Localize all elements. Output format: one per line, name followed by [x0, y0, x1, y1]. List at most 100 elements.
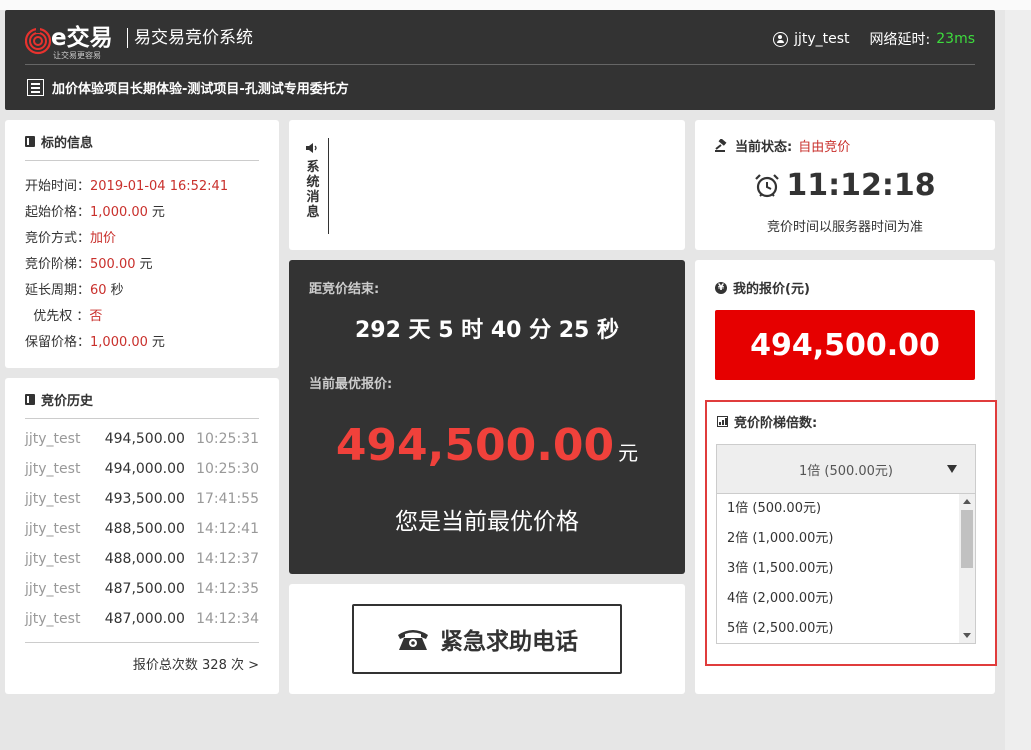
history-time: 14:12:34 — [196, 611, 259, 627]
info-label: 优先权 ： — [25, 309, 90, 324]
server-time-note: 竞价时间以服务器时间为准 — [766, 220, 923, 235]
server-clock: 11:12:18 — [695, 168, 995, 203]
list-item: jjty_test 493,500.00 17:41:55 — [25, 486, 259, 516]
bar-chart-icon — [717, 416, 728, 427]
system-message-card: 系统消息 — [289, 120, 685, 250]
project-title: 加价体验项目长期体验-测试项目-孔测试专用委托方 — [27, 78, 349, 97]
document-icon — [27, 79, 44, 96]
info-rows: 开始时间：2019-01-04 16:52:41 起始价格：1,000.00 元 … — [25, 174, 232, 356]
my-bid-title-text: 我的报价(元) — [733, 282, 810, 297]
scroll-thumb[interactable] — [961, 510, 973, 568]
emergency-call-label: 紧急求助电话 — [440, 629, 578, 655]
history-time: 14:12:35 — [196, 581, 259, 597]
best-price-message: 您是当前最优价格 — [395, 509, 579, 535]
status-card: 当前状态: 自由竞价 11:12:18 竞价时间以服务器时间为准 — [695, 120, 995, 250]
history-price: 488,500.00 — [104, 521, 185, 537]
divider — [25, 160, 259, 161]
history-user: jjty_test — [25, 521, 81, 537]
list-item: jjty_test 494,500.00 10:25:31 — [25, 426, 259, 456]
bid-step-title: 竞价阶梯倍数: — [717, 412, 817, 431]
info-row-bid-method: 竞价方式：加价 — [25, 226, 232, 252]
history-user: jjty_test — [25, 581, 81, 597]
book-icon — [25, 136, 35, 147]
alarm-clock-icon — [755, 173, 780, 197]
info-value: 1,000.00 — [90, 205, 148, 220]
bid-step-option[interactable]: 1倍 (500.00元) — [717, 494, 975, 524]
my-bid-value: 494,500.00 — [715, 310, 975, 380]
bid-step-option[interactable]: 4倍 (2,000.00元) — [717, 584, 975, 614]
scroll-up-icon[interactable] — [963, 499, 971, 504]
info-row-start-price: 起始价格：1,000.00 元 — [25, 200, 232, 226]
history-user: jjty_test — [25, 611, 81, 627]
brand-name: e交易 — [51, 25, 113, 51]
emergency-call-button[interactable]: 紧急求助电话 — [352, 604, 622, 674]
logo: e交易 让交易更容易 — [25, 18, 120, 66]
status-line: 当前状态: 自由竞价 — [715, 136, 850, 155]
info-row-bid-step: 竞价阶梯：500.00 元 — [25, 252, 232, 278]
bid-step-option[interactable]: 3倍 (1,500.00元) — [717, 554, 975, 584]
system-message-label: 系统消息 — [306, 160, 320, 220]
bid-history-title: 竞价历史 — [25, 390, 93, 409]
best-price-label: 当前最优报价: — [309, 377, 393, 392]
info-label: 竞价方式： — [25, 231, 91, 246]
history-price: 487,000.00 — [104, 611, 185, 627]
history-price: 487,500.00 — [104, 581, 185, 597]
server-time: 11:12:18 — [786, 168, 936, 203]
latency-value: 23ms — [936, 31, 975, 47]
fingerprint-logo-icon — [25, 27, 51, 55]
bid-history-list: jjty_test 494,500.00 10:25:31 jjty_test 494… — [25, 426, 259, 636]
divider — [25, 642, 259, 643]
item-info-title: 标的信息 — [25, 132, 93, 151]
info-value: 60 — [90, 283, 107, 298]
history-time: 14:12:37 — [196, 551, 259, 567]
page-background-right — [1005, 10, 1031, 750]
bid-count-link[interactable]: 报价总次数 328 次 > — [133, 654, 259, 673]
system-message-tab: 系统消息 — [303, 138, 329, 234]
countdown-label: 距竞价结束: — [309, 282, 380, 297]
list-item: jjty_test 494,000.00 10:25:30 — [25, 456, 259, 486]
history-time: 10:25:31 — [196, 431, 259, 447]
latency-label: 网络延时: — [869, 32, 931, 48]
info-row-start-time: 开始时间：2019-01-04 16:52:41 — [25, 174, 232, 200]
countdown-value: 292 天 5 时 40 分 25 秒 — [354, 318, 620, 343]
bid-step-select[interactable]: 1倍 (500.00元) — [716, 444, 976, 494]
history-price: 494,500.00 — [104, 431, 185, 447]
item-info-title-text: 标的信息 — [41, 136, 94, 151]
info-label: 起始价格： — [25, 205, 91, 220]
info-label: 延长周期： — [25, 283, 91, 298]
gavel-icon — [715, 139, 727, 152]
bid-step-option[interactable]: 5倍 (2,500.00元) — [717, 614, 975, 644]
history-price: 494,000.00 — [104, 461, 185, 477]
list-item: jjty_test 488,000.00 14:12:37 — [25, 546, 259, 576]
bid-step-multiplier-panel: 竞价阶梯倍数: 1倍 (500.00元) 1倍 (500.00元) 2倍 (1,… — [705, 400, 997, 666]
options-scrollbar[interactable] — [959, 494, 975, 643]
project-name: 加价体验项目长期体验-测试项目-孔测试专用委托方 — [52, 82, 349, 97]
user-icon — [773, 31, 789, 47]
bid-step-option[interactable]: 2倍 (1,000.00元) — [717, 524, 975, 554]
info-row-extension: 延长周期：60 秒 — [25, 278, 232, 304]
scroll-down-icon[interactable] — [963, 633, 971, 638]
speaker-icon — [306, 143, 317, 153]
bid-step-options[interactable]: 1倍 (500.00元) 2倍 (1,000.00元) 3倍 (1,500.00… — [716, 494, 976, 644]
bid-step-title-text: 竞价阶梯倍数: — [734, 416, 818, 431]
book-icon — [25, 394, 35, 405]
header-divider — [25, 64, 975, 65]
history-user: jjty_test — [25, 431, 81, 447]
phone-icon — [398, 630, 428, 650]
status-label: 当前状态: — [735, 140, 793, 155]
info-value: 1,000.00 — [90, 335, 148, 350]
list-item: jjty_test 488,500.00 14:12:41 — [25, 516, 259, 546]
header-bar: e交易 让交易更容易 易交易竞价系统 jjty_test 网络延时: 23ms … — [5, 10, 995, 110]
info-unit: 元 — [151, 205, 165, 220]
yen-icon: ¥ — [715, 281, 727, 294]
system-title: 易交易竞价系统 — [127, 28, 253, 48]
my-bid-title: ¥ 我的报价(元) — [715, 278, 810, 297]
divider — [25, 418, 259, 419]
history-time: 17:41:55 — [196, 491, 259, 507]
info-label: 保留价格： — [25, 335, 91, 350]
status-value: 自由竞价 — [798, 140, 851, 155]
info-unit: 秒 — [110, 283, 124, 298]
bid-step-selected: 1倍 (500.00元) — [798, 463, 894, 479]
history-price: 493,500.00 — [104, 491, 185, 507]
username[interactable]: jjty_test — [794, 31, 849, 47]
